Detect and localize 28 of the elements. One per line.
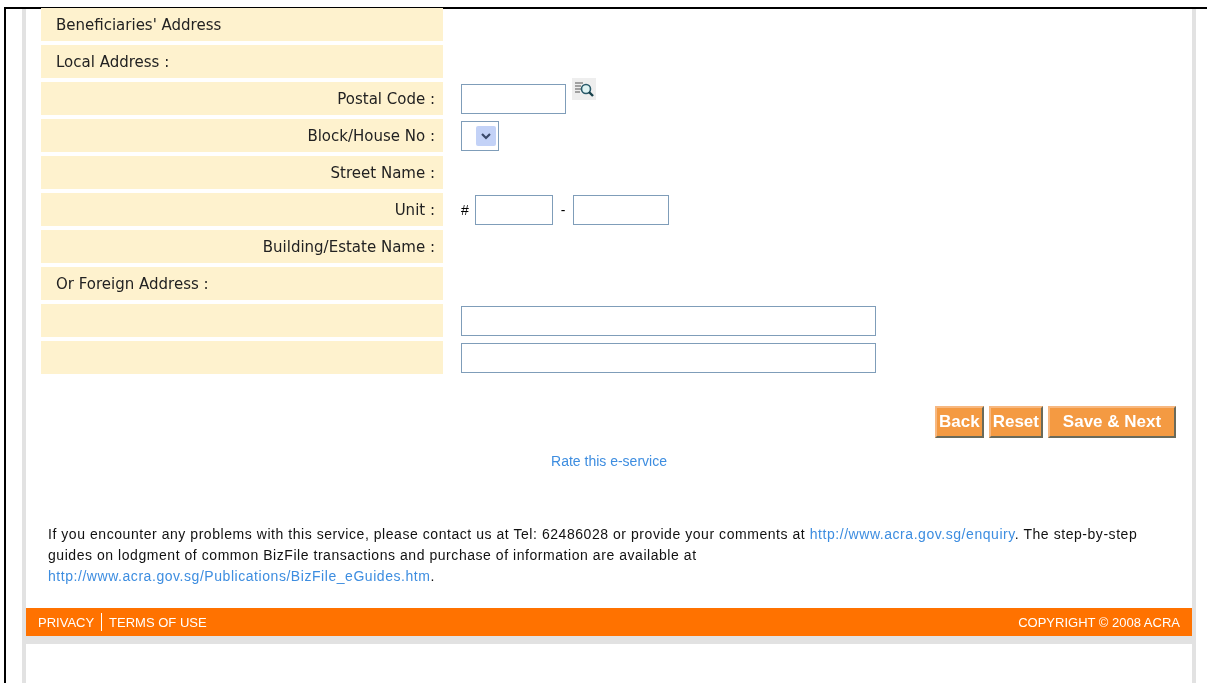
unit-field[interactable] (474, 194, 553, 225)
copyright-text: COPYRIGHT © 2008 ACRA (1018, 614, 1180, 630)
block-house-dropdown[interactable] (461, 120, 499, 151)
footer-link[interactable]: PRIVACY (38, 614, 102, 630)
foreign-address-field[interactable] (461, 342, 876, 373)
guides-link[interactable]: http://www.acra.gov.sg/Publications/BizFile_eGuides.htm (48, 568, 431, 584)
label-cell: Block/House No : (41, 119, 443, 152)
form-button[interactable]: Save & Next (1048, 406, 1176, 438)
postal-code-field[interactable] (461, 83, 566, 114)
label-cell: Beneficiaries' Address (41, 8, 443, 41)
footer-link[interactable]: TERMS OF USE (102, 614, 214, 630)
label-cell: Building/Estate Name : (41, 230, 443, 263)
label-cell: Local Address : (41, 45, 443, 78)
label-cell: Or Foreign Address : (41, 267, 443, 300)
label-cell: Street Name : (41, 156, 443, 189)
search-icon[interactable] (572, 77, 596, 100)
foreign-address-field[interactable] (461, 305, 876, 336)
form-button[interactable]: Back (935, 406, 984, 438)
label-cell: Unit : (41, 193, 443, 226)
contact-paragraph: If you encounter any problems with this service, please contact us at Tel: 62486028 or provide your comments at http://www.acra.gov.sg/enquiry. The step-by-step guides on lodgment of common BizFile transactions and purchase of information are available at http://www.acra.gov.sg/Publications/BizFile_eGuides.htm. (48, 525, 1139, 586)
caret-icon (476, 125, 496, 146)
hash-sign: # (461, 201, 469, 218)
label-cell: Postal Code : (41, 82, 443, 115)
form-button[interactable]: Reset (988, 406, 1043, 438)
dash-separator: - (560, 201, 566, 218)
unit-field[interactable] (573, 194, 670, 225)
rate-link[interactable]: Rate this e-service (551, 453, 667, 469)
enquiry-link[interactable]: http://www.acra.gov.sg/enquiry (809, 526, 1015, 542)
